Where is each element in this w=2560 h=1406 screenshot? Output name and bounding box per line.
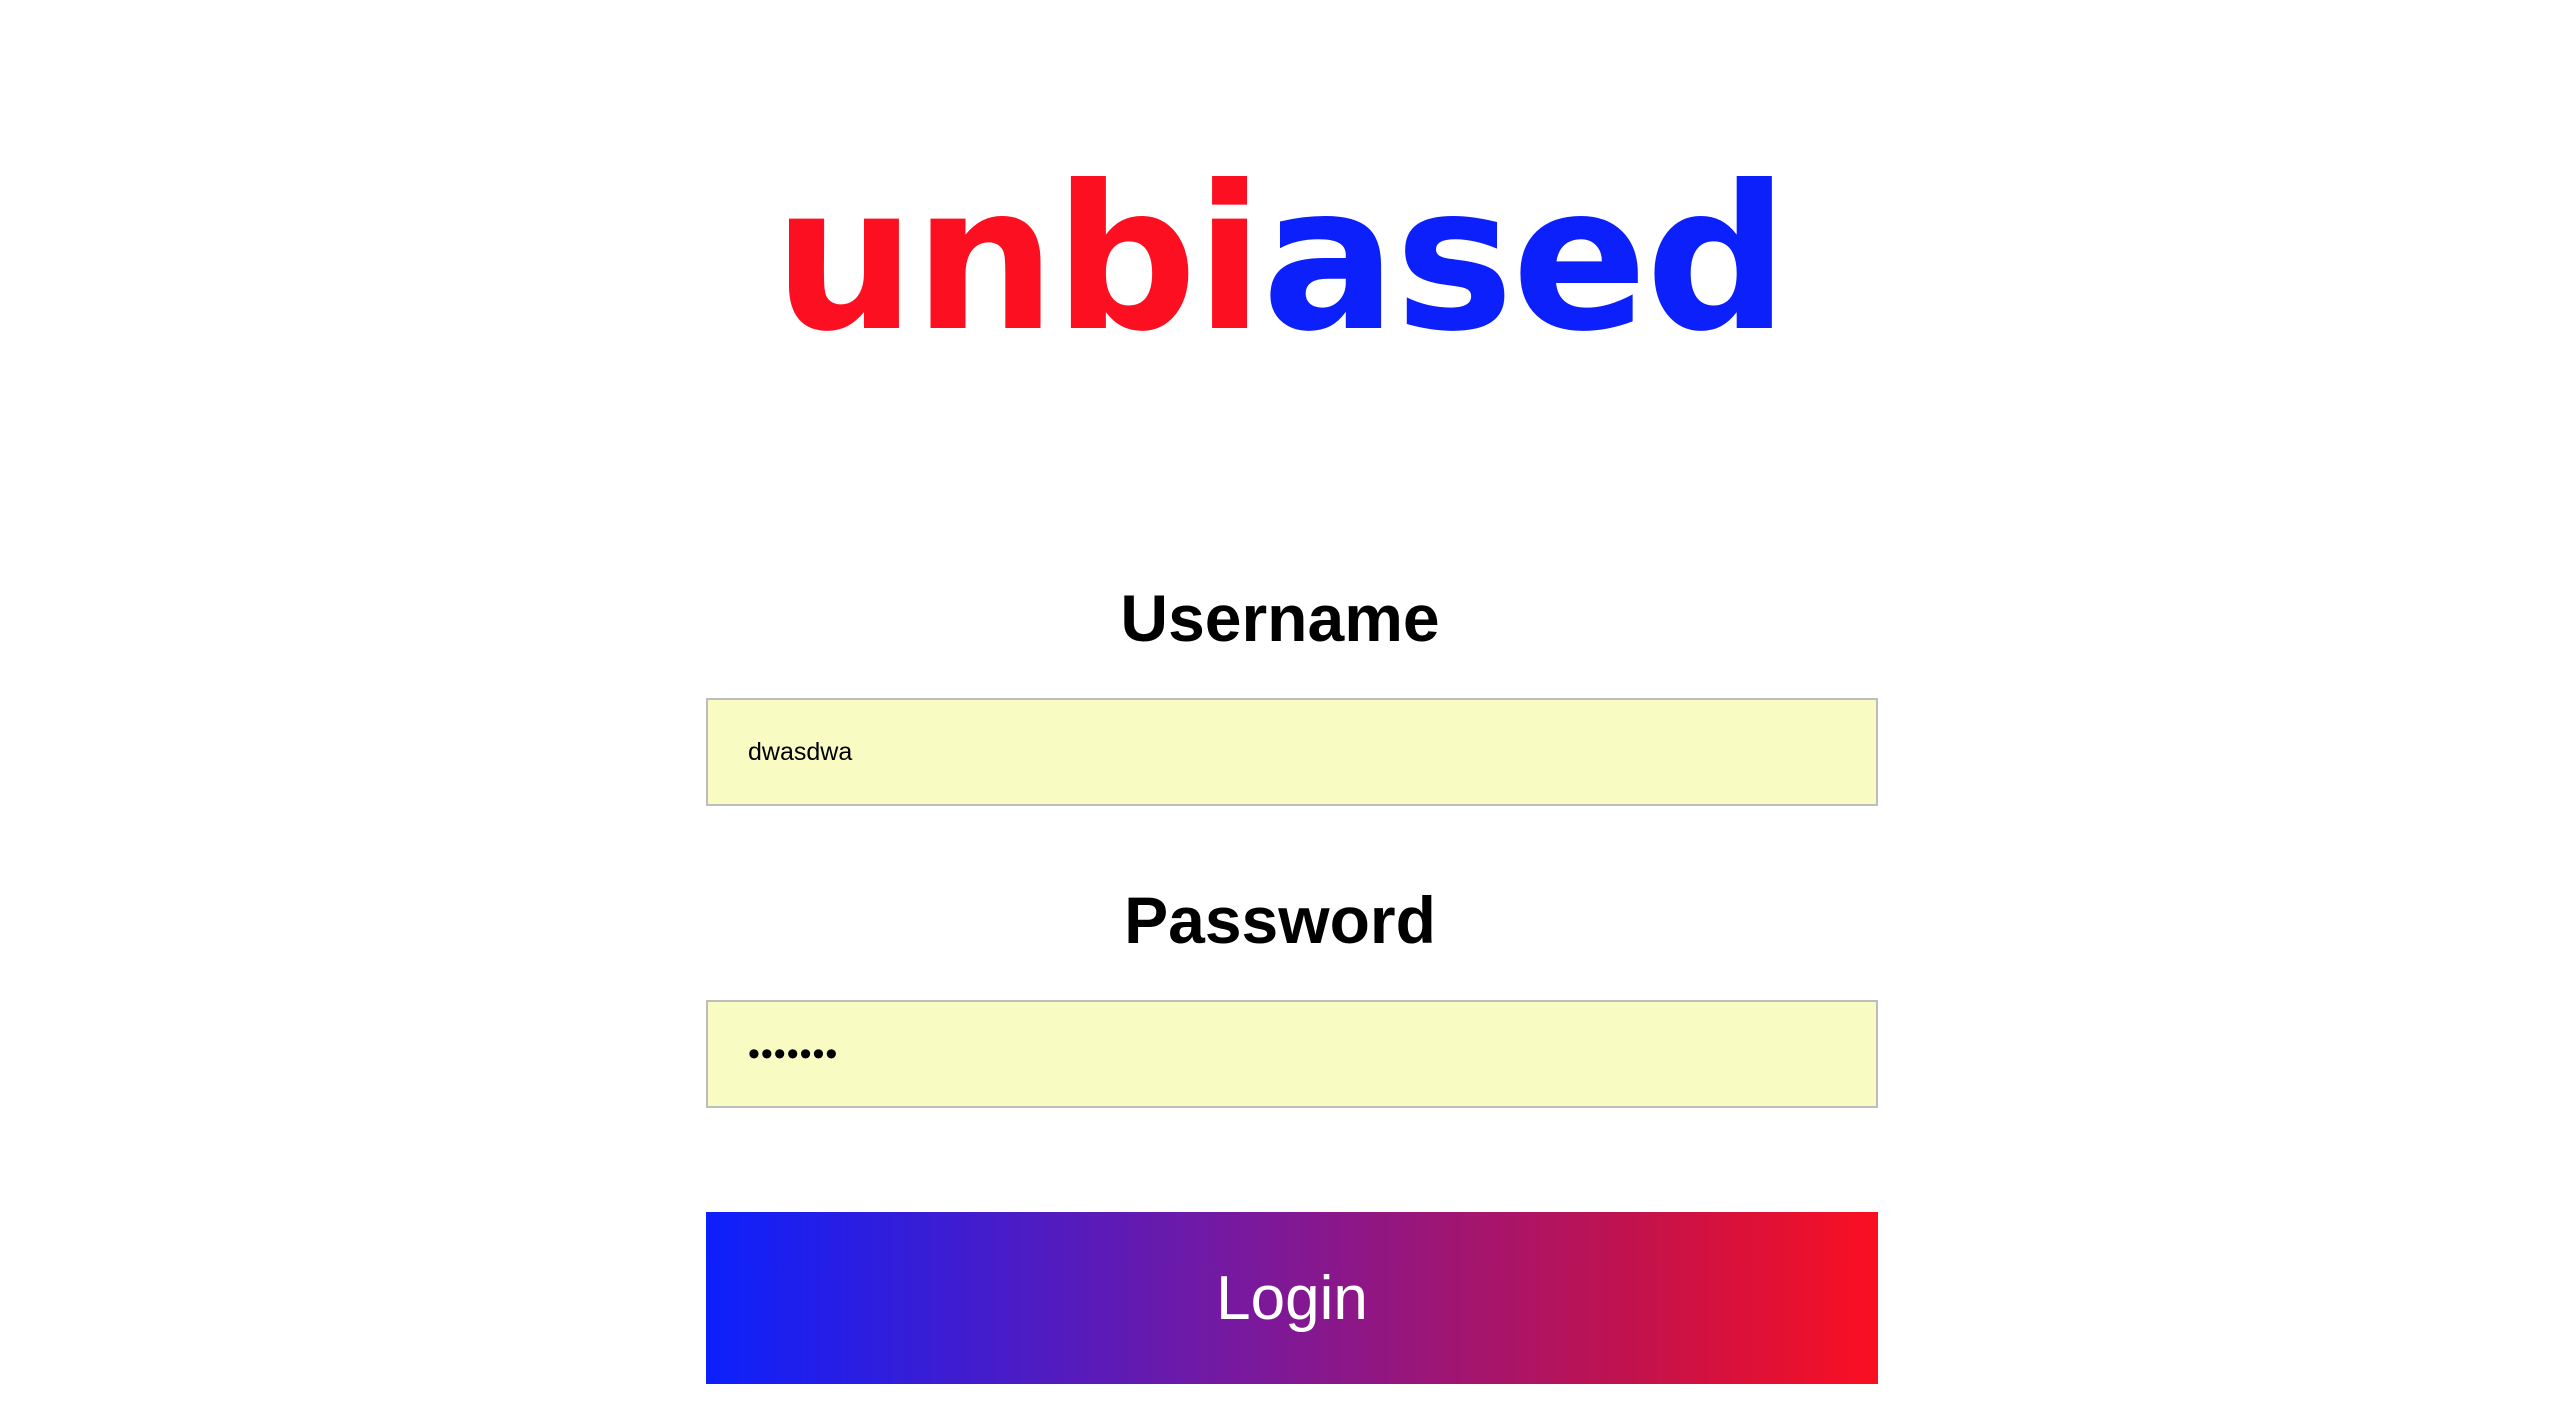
- username-input[interactable]: [706, 698, 1878, 806]
- unbiased-logo: unbiased: [0, 150, 2560, 370]
- login-page: unbiased Username Password Login: [0, 0, 2560, 1406]
- logo-text-red: unbi: [773, 143, 1263, 376]
- login-button[interactable]: Login: [706, 1212, 1878, 1384]
- logo-text-blue: ased: [1261, 143, 1789, 376]
- password-label: Password: [1124, 883, 1436, 957]
- password-input[interactable]: [706, 1000, 1878, 1108]
- username-label: Username: [1120, 581, 1440, 655]
